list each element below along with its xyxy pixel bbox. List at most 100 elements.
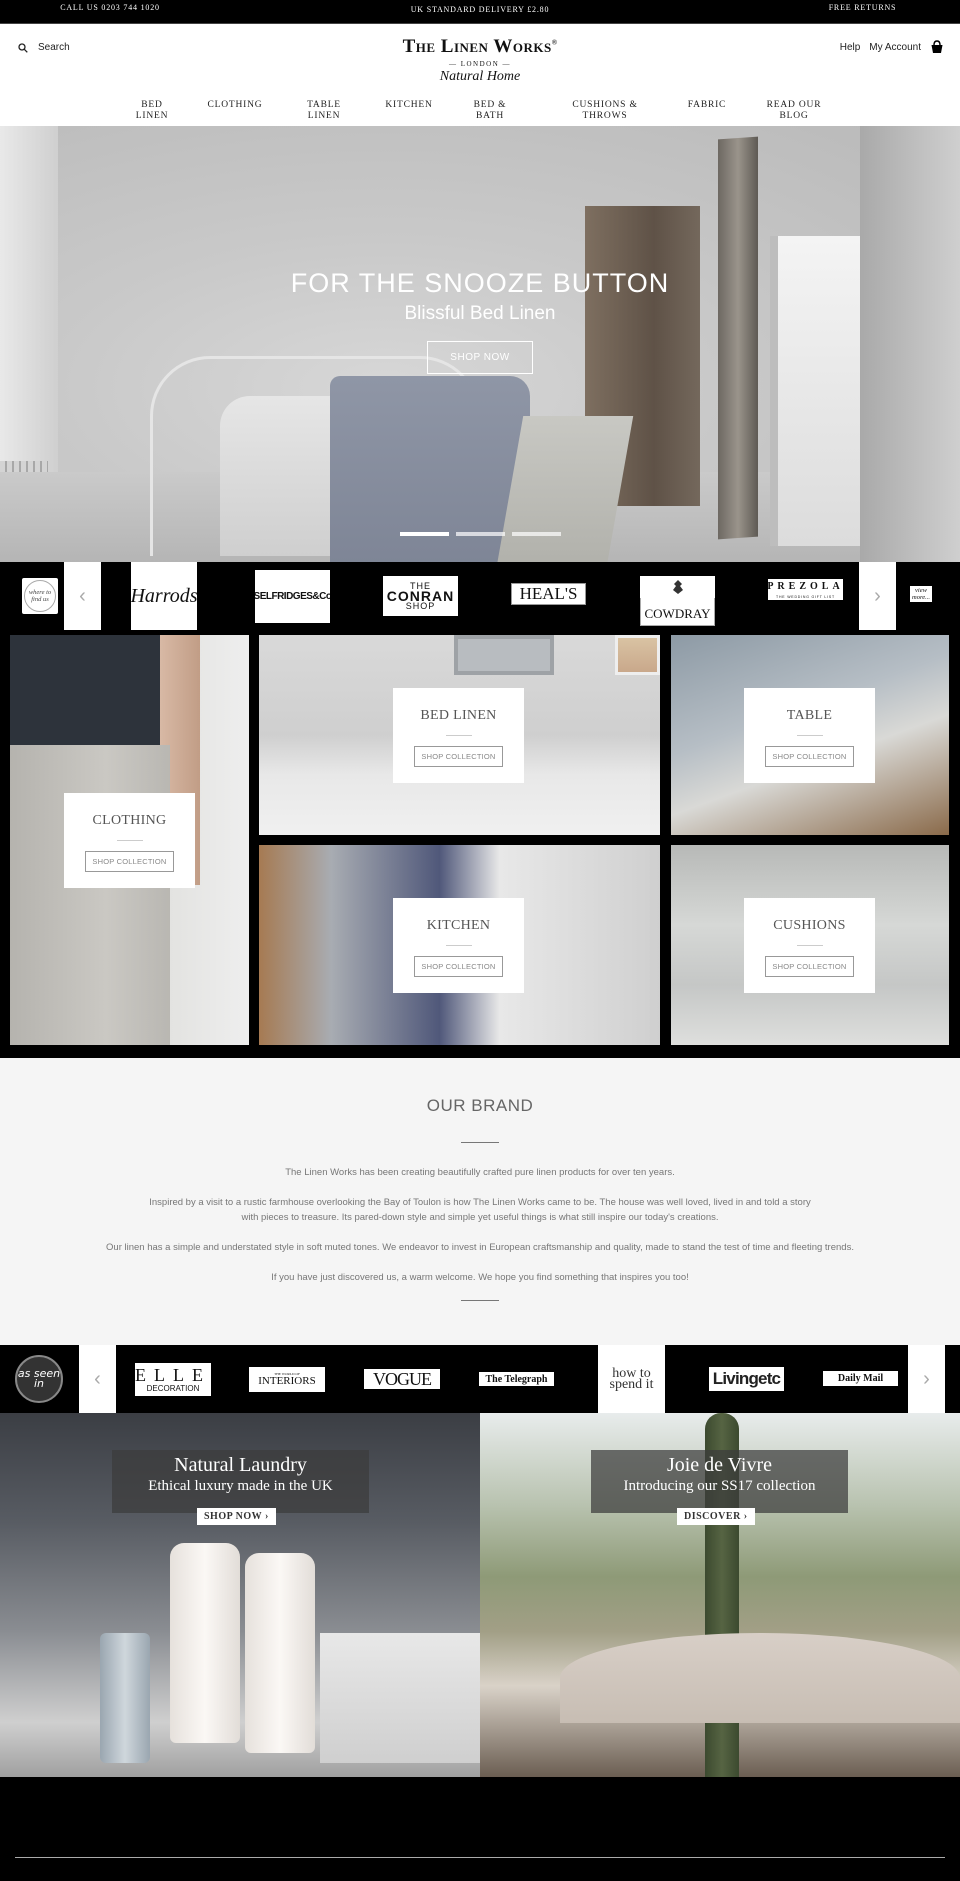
nav-blog[interactable]: READ OUR BLOG — [762, 100, 826, 122]
stockists-strip: where to find us ‹ Harrods SELFRIDGES&Co… — [0, 562, 960, 630]
bed-linen-image-corner — [615, 635, 660, 675]
press-how-to-spend-it[interactable]: how to spend it — [598, 1345, 665, 1413]
hero-subtitle: Blissful Bed Linen — [404, 303, 556, 324]
press-prev-arrow[interactable]: ‹ — [79, 1345, 116, 1413]
elle-top: ELLE — [135, 1365, 211, 1385]
category-title-cushions: CUSHIONS — [773, 918, 846, 933]
stockist-prezola[interactable]: PREZOLA — [768, 579, 843, 594]
category-tile-table[interactable]: TABLE SHOP COLLECTION — [671, 635, 949, 835]
my-account-link[interactable]: My Account — [869, 42, 921, 53]
shop-collection-button-cushions[interactable]: SHOP COLLECTION — [765, 956, 854, 977]
where-to-find-us-text: where to find us — [24, 580, 56, 612]
interiors-bottom: INTERIORS — [258, 1375, 316, 1387]
press-daily-mail[interactable]: Daily Mail — [823, 1371, 898, 1386]
account-links: Help My Account — [840, 40, 944, 54]
cowdray-crest-icon — [640, 576, 715, 598]
logo-wordmark: The Linen Works — [402, 36, 552, 57]
delivery-info: UK STANDARD DELIVERY £2.80 — [410, 5, 550, 14]
stockist-heals[interactable]: HEAL'S — [511, 583, 586, 605]
laundry-bottle-2 — [245, 1553, 315, 1753]
site-footer — [0, 1777, 960, 1881]
hero-caption: FOR THE SNOOZE BUTTON Blissful Bed Linen… — [0, 268, 960, 374]
promo-shop-now-button[interactable]: SHOP NOW › — [197, 1508, 276, 1525]
as-seen-in-badge: as seen in — [15, 1355, 63, 1403]
category-title-kitchen: KITCHEN — [426, 918, 491, 933]
logo-tagline: Natural Home — [439, 69, 521, 84]
htsi-bottom: spend it — [609, 1377, 654, 1392]
conran-mid: CONRAN — [386, 588, 455, 604]
press-telegraph[interactable]: The Telegraph — [479, 1372, 554, 1386]
press-world-of-interiors[interactable]: THE WORLD OF INTERIORS — [249, 1367, 325, 1392]
nav-kitchen[interactable]: KITCHEN — [380, 100, 438, 111]
promo-natural-laundry[interactable]: Natural Laundry Ethical luxury made in t… — [0, 1413, 480, 1777]
nav-fabric[interactable]: FABRIC — [682, 100, 732, 111]
clothing-image-shirt — [10, 635, 160, 745]
stockist-conran[interactable]: THE CONRAN SHOP — [383, 576, 458, 616]
laundry-bottle-1 — [170, 1543, 240, 1743]
main-nav: BED LINEN CLOTHING TABLE LINEN KITCHEN B… — [0, 100, 960, 126]
view-more-link[interactable]: view more... — [910, 586, 932, 602]
shop-collection-button-bed-linen[interactable]: SHOP COLLECTION — [414, 746, 503, 767]
hero-title: FOR THE SNOOZE BUTTON — [290, 268, 670, 298]
footer-divider — [15, 1857, 945, 1858]
nav-bed-bath[interactable]: BED & BATH — [467, 100, 513, 122]
carousel-dot-1[interactable] — [400, 532, 449, 536]
carousel-dot-2[interactable] — [456, 532, 505, 536]
joie-table — [560, 1633, 960, 1723]
category-card-table: TABLE SHOP COLLECTION — [744, 688, 875, 783]
shopping-basket-icon[interactable] — [930, 40, 944, 54]
promo-discover-button[interactable]: DISCOVER › — [677, 1508, 755, 1525]
promo-subtitle-joie: Introducing our SS17 collection — [623, 1478, 816, 1494]
shop-collection-button-clothing[interactable]: SHOP COLLECTION — [85, 851, 174, 872]
nav-clothing[interactable]: CLOTHING — [202, 100, 268, 111]
promo-overlay-laundry: Natural Laundry Ethical luxury made in t… — [112, 1450, 369, 1513]
shop-collection-button-kitchen[interactable]: SHOP COLLECTION — [414, 956, 503, 977]
hero-shop-now-button[interactable]: SHOP NOW — [427, 341, 533, 374]
where-to-find-us-badge[interactable]: where to find us — [22, 578, 58, 614]
press-strip: as seen in ‹ ELLE DECORATION THE WORLD O… — [0, 1345, 960, 1413]
category-tile-cushions[interactable]: CUSHIONS SHOP COLLECTION — [671, 845, 949, 1045]
elle-bottom: DECORATION — [146, 1384, 200, 1393]
category-tile-clothing[interactable]: CLOTHING SHOP COLLECTION — [10, 635, 249, 1045]
promo-joie-de-vivre[interactable]: Joie de Vivre Introducing our SS17 colle… — [480, 1413, 960, 1777]
announcement-bar: CALL US 0203 744 1020 UK STANDARD DELIVE… — [0, 0, 960, 24]
promo-title-laundry: Natural Laundry — [174, 1454, 307, 1476]
stockist-cowdray[interactable]: COWDRAY — [640, 596, 715, 626]
site-header: Search The Linen Works® — LONDON — Natur… — [0, 24, 960, 126]
category-tile-bed-linen[interactable]: BED LINEN SHOP COLLECTION — [259, 635, 660, 835]
press-next-arrow[interactable]: › — [908, 1345, 945, 1413]
hero-carousel[interactable]: FOR THE SNOOZE BUTTON Blissful Bed Linen… — [0, 126, 960, 562]
bed-linen-image-window — [454, 635, 554, 675]
brand-heading: OUR BRAND — [426, 1096, 534, 1115]
carousel-dot-3[interactable] — [512, 532, 561, 536]
press-elle-decoration[interactable]: ELLE DECORATION — [135, 1363, 211, 1396]
category-tile-kitchen[interactable]: KITCHEN SHOP COLLECTION — [259, 845, 660, 1045]
brand-paragraph-4: If you have just discovered us, a warm w… — [271, 1272, 689, 1283]
category-grid: CLOTHING SHOP COLLECTION BED LINEN SHOP … — [0, 630, 960, 1058]
category-divider — [445, 945, 472, 946]
category-divider — [796, 735, 823, 736]
nav-cushions-throws[interactable]: CUSHIONS & THROWS — [565, 100, 645, 122]
category-title-table: TABLE — [786, 708, 833, 723]
stockist-selfridges[interactable]: SELFRIDGES&Co — [255, 570, 330, 623]
category-card-kitchen: KITCHEN SHOP COLLECTION — [393, 898, 524, 993]
shop-collection-button-table[interactable]: SHOP COLLECTION — [765, 746, 854, 767]
stockists-prev-arrow[interactable]: ‹ — [64, 562, 101, 630]
site-logo[interactable]: The Linen Works® — LONDON — Natural Home — [0, 36, 960, 85]
stockists-next-arrow[interactable]: › — [859, 562, 896, 630]
category-title-bed-linen: BED LINEN — [420, 708, 497, 723]
laundry-linens — [320, 1633, 480, 1763]
nav-table-linen[interactable]: TABLE LINEN — [300, 100, 348, 122]
logo-london: — LONDON — — [448, 60, 512, 68]
category-card-bed-linen: BED LINEN SHOP COLLECTION — [393, 688, 524, 783]
phone-number[interactable]: CALL US 0203 744 1020 — [60, 3, 160, 13]
stockist-harrods[interactable]: Harrods — [131, 562, 197, 630]
brand-paragraph-2: Inspired by a visit to a rustic farmhous… — [149, 1197, 811, 1223]
registered-mark: ® — [551, 38, 558, 47]
carousel-indicators — [400, 532, 561, 536]
nav-bed-linen[interactable]: BED LINEN — [130, 100, 174, 122]
press-vogue[interactable]: VOGUE — [364, 1369, 440, 1389]
help-link[interactable]: Help — [840, 42, 861, 53]
press-livingetc[interactable]: Livingetc — [709, 1367, 784, 1391]
promo-panels: Natural Laundry Ethical luxury made in t… — [0, 1413, 960, 1777]
